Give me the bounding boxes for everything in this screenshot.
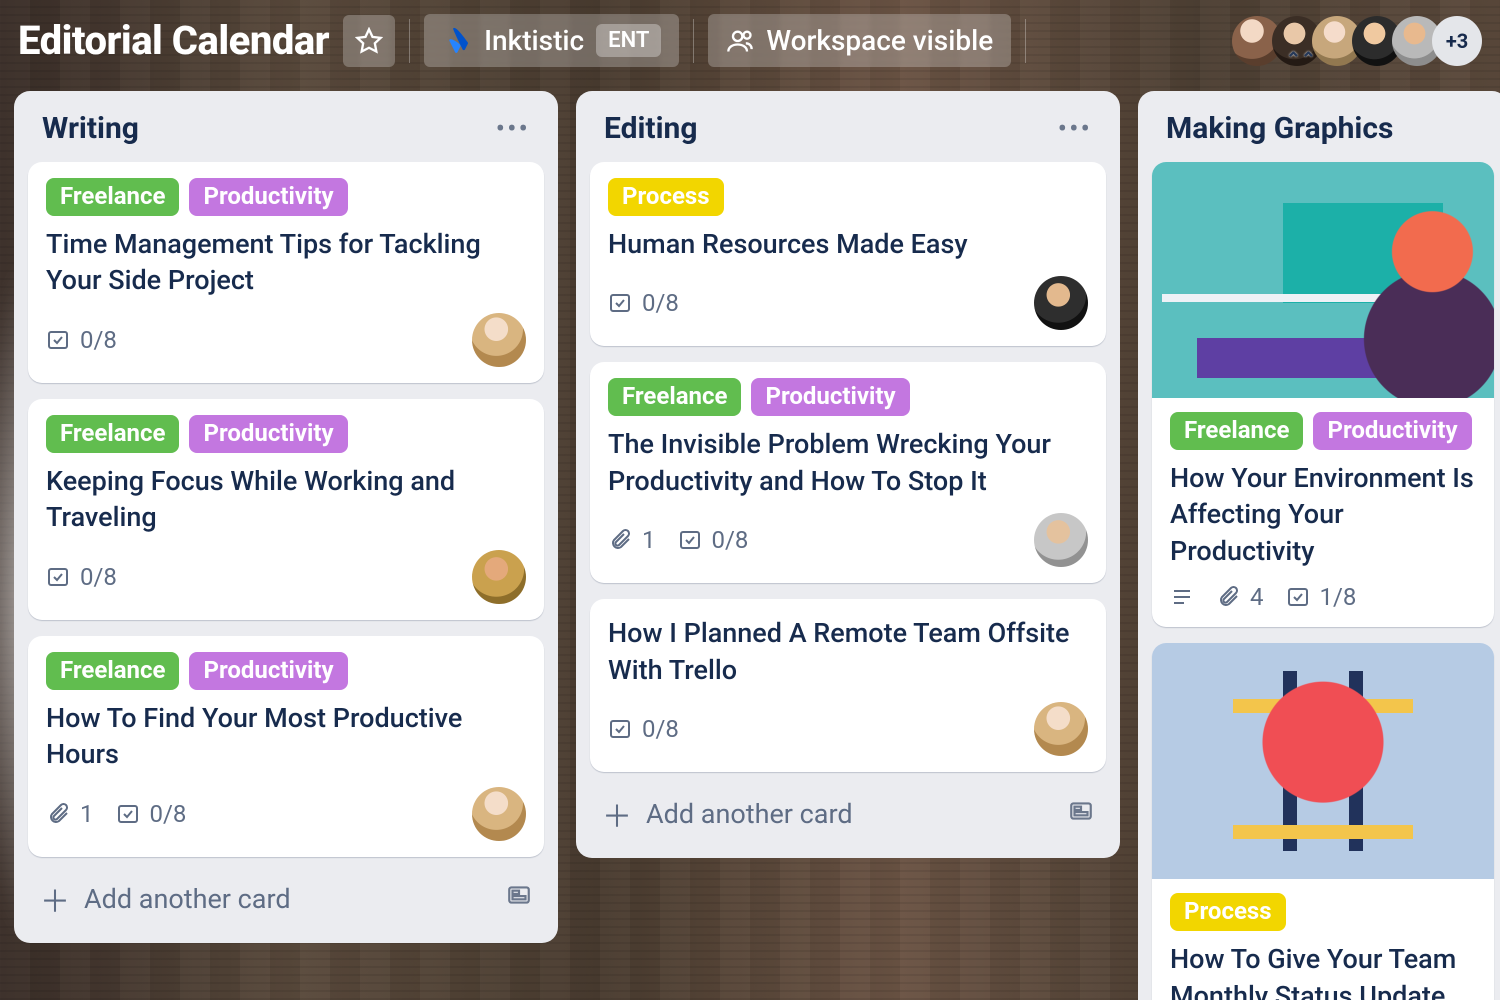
paperclip-icon bbox=[608, 528, 632, 552]
workspace-button[interactable]: Inktistic ENT bbox=[424, 14, 679, 67]
checklist-badge: 0/8 bbox=[678, 526, 749, 554]
list-editing: Editing ••• Process Human Resources Made… bbox=[576, 91, 1120, 858]
template-icon bbox=[506, 882, 532, 908]
list-making-graphics: Making Graphics Freelance Productivity H… bbox=[1138, 91, 1500, 1000]
list-menu-button[interactable]: ••• bbox=[496, 112, 530, 145]
card[interactable]: Process How To Give Your Team Monthly St… bbox=[1152, 643, 1494, 1000]
card[interactable]: Freelance Productivity Time Management T… bbox=[28, 162, 544, 383]
checklist-icon bbox=[608, 717, 632, 741]
card-cover bbox=[1152, 162, 1494, 398]
board-canvas: Writing ••• Freelance Productivity Time … bbox=[0, 91, 1500, 1000]
label-productivity[interactable]: Productivity bbox=[189, 178, 347, 216]
label-freelance[interactable]: Freelance bbox=[1170, 412, 1303, 450]
label-freelance[interactable]: Freelance bbox=[46, 178, 179, 216]
star-icon bbox=[355, 27, 383, 55]
add-card-button[interactable]: ＋ Add another card bbox=[28, 857, 544, 929]
label-process[interactable]: Process bbox=[608, 178, 724, 216]
checklist-badge: 0/8 bbox=[608, 715, 679, 743]
ellipsis-icon: ••• bbox=[496, 112, 530, 145]
card-title: The Invisible Problem Wrecking Your Prod… bbox=[608, 426, 1088, 499]
checklist-badge: 0/8 bbox=[608, 289, 679, 317]
ellipsis-icon: ••• bbox=[1058, 112, 1092, 145]
plus-icon: ＋ bbox=[602, 792, 632, 836]
plus-icon: ＋ bbox=[40, 877, 70, 921]
checklist-icon bbox=[116, 802, 140, 826]
visibility-button[interactable]: Workspace visible bbox=[708, 14, 1011, 67]
description-badge bbox=[1170, 585, 1194, 609]
label-freelance[interactable]: Freelance bbox=[46, 652, 179, 690]
list-writing: Writing ••• Freelance Productivity Time … bbox=[14, 91, 558, 943]
add-card-button[interactable]: ＋ Add another card bbox=[590, 772, 1106, 844]
card-title: Human Resources Made Easy bbox=[608, 226, 1088, 262]
checklist-badge: 0/8 bbox=[46, 563, 117, 591]
label-productivity[interactable]: Productivity bbox=[1313, 412, 1471, 450]
checklist-icon bbox=[46, 328, 70, 352]
guest-indicator-icon: ⌃⌃ bbox=[1286, 49, 1316, 70]
attachment-badge: 1 bbox=[46, 800, 94, 828]
label-process[interactable]: Process bbox=[1170, 893, 1286, 931]
card[interactable]: Freelance Productivity Keeping Focus Whi… bbox=[28, 399, 544, 620]
workspace-name: Inktistic bbox=[484, 24, 584, 57]
board-members: ⌃⌃ +3 bbox=[1192, 16, 1482, 66]
board-title[interactable]: Editorial Calendar bbox=[18, 17, 329, 64]
card[interactable]: How I Planned A Remote Team Offsite With… bbox=[590, 599, 1106, 772]
card-title: How To Find Your Most Productive Hours bbox=[46, 700, 526, 773]
attachment-badge: 4 bbox=[1216, 583, 1264, 611]
card-title: Time Management Tips for Tackling Your S… bbox=[46, 226, 526, 299]
board-header: Editorial Calendar Inktistic ENT Workspa… bbox=[0, 0, 1500, 91]
checklist-badge: 0/8 bbox=[116, 800, 187, 828]
workspace-plan-badge: ENT bbox=[596, 24, 661, 57]
checklist-icon bbox=[1286, 585, 1310, 609]
label-freelance[interactable]: Freelance bbox=[46, 415, 179, 453]
label-productivity[interactable]: Productivity bbox=[189, 652, 347, 690]
list-menu-button[interactable]: ••• bbox=[1058, 112, 1092, 145]
card-title: How To Give Your Team Monthly Status Upd… bbox=[1170, 941, 1476, 1000]
add-card-label: Add another card bbox=[84, 883, 291, 915]
people-icon bbox=[726, 27, 754, 55]
avatar-overflow[interactable]: +3 bbox=[1432, 16, 1482, 66]
card-member-avatar[interactable] bbox=[1034, 276, 1088, 330]
card[interactable]: Freelance Productivity How Your Environm… bbox=[1152, 162, 1494, 627]
divider bbox=[1025, 19, 1026, 63]
star-button[interactable] bbox=[343, 15, 395, 67]
label-freelance[interactable]: Freelance bbox=[608, 378, 741, 416]
list-title[interactable]: Editing bbox=[604, 111, 697, 146]
card-member-avatar[interactable] bbox=[472, 313, 526, 367]
description-icon bbox=[1170, 585, 1194, 609]
add-card-label: Add another card bbox=[646, 798, 853, 830]
card-title: Keeping Focus While Working and Travelin… bbox=[46, 463, 526, 536]
card-member-avatar[interactable] bbox=[1034, 702, 1088, 756]
card-title: How Your Environment Is Affecting Your P… bbox=[1170, 460, 1476, 569]
card[interactable]: Process Human Resources Made Easy 0/8 bbox=[590, 162, 1106, 346]
template-icon bbox=[1068, 798, 1094, 824]
checklist-icon bbox=[678, 528, 702, 552]
card-member-avatar[interactable] bbox=[472, 787, 526, 841]
card[interactable]: Freelance Productivity The Invisible Pro… bbox=[590, 362, 1106, 583]
checklist-badge: 0/8 bbox=[46, 326, 117, 354]
label-productivity[interactable]: Productivity bbox=[189, 415, 347, 453]
card-cover bbox=[1152, 643, 1494, 879]
divider bbox=[693, 19, 694, 63]
label-productivity[interactable]: Productivity bbox=[751, 378, 909, 416]
list-title[interactable]: Making Graphics bbox=[1166, 111, 1393, 146]
card[interactable]: Freelance Productivity How To Find Your … bbox=[28, 636, 544, 857]
divider bbox=[409, 19, 410, 63]
atlassian-icon bbox=[442, 26, 472, 56]
paperclip-icon bbox=[1216, 585, 1240, 609]
card-title: How I Planned A Remote Team Offsite With… bbox=[608, 615, 1088, 688]
card-template-button[interactable] bbox=[506, 882, 532, 915]
checklist-icon bbox=[608, 291, 632, 315]
card-member-avatar[interactable] bbox=[1034, 513, 1088, 567]
card-member-avatar[interactable] bbox=[472, 550, 526, 604]
card-template-button[interactable] bbox=[1068, 798, 1094, 831]
checklist-icon bbox=[46, 565, 70, 589]
attachment-badge: 1 bbox=[608, 526, 656, 554]
visibility-label: Workspace visible bbox=[766, 24, 993, 57]
paperclip-icon bbox=[46, 802, 70, 826]
list-title[interactable]: Writing bbox=[42, 111, 139, 146]
checklist-badge: 1/8 bbox=[1286, 583, 1357, 611]
